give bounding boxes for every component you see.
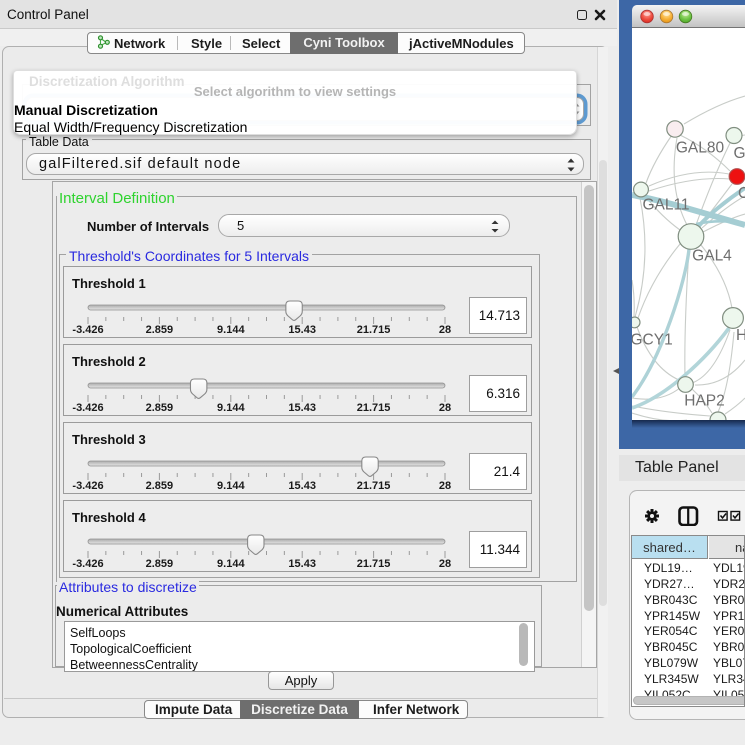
svg-text:28: 28 (439, 324, 451, 336)
svg-text:H: H (736, 327, 745, 344)
svg-text:GA: GA (734, 145, 745, 162)
svg-text:GAL80: GAL80 (676, 140, 725, 157)
svg-text:9.144: 9.144 (217, 480, 245, 492)
svg-text:-3.426: -3.426 (72, 324, 103, 336)
svg-text:28: 28 (439, 558, 451, 570)
svg-text:-3.426: -3.426 (72, 558, 103, 570)
svg-text:9.144: 9.144 (217, 558, 245, 570)
svg-text:C: C (738, 185, 745, 202)
svg-text:HAP2: HAP2 (684, 393, 725, 410)
svg-text:GAL11: GAL11 (642, 197, 689, 214)
svg-text:2.859: 2.859 (146, 558, 174, 570)
svg-text:15.43: 15.43 (288, 402, 316, 414)
svg-text:GCY1: GCY1 (632, 332, 673, 349)
svg-text:28: 28 (439, 402, 451, 414)
svg-text:-3.426: -3.426 (72, 402, 103, 414)
svg-text:-3.426: -3.426 (72, 480, 103, 492)
svg-text:15.43: 15.43 (288, 324, 316, 336)
svg-text:21.715: 21.715 (357, 324, 391, 336)
svg-text:21.715: 21.715 (357, 558, 391, 570)
svg-text:9.144: 9.144 (217, 324, 245, 336)
svg-text:2.859: 2.859 (146, 402, 174, 414)
svg-text:2.859: 2.859 (146, 324, 174, 336)
svg-text:GAL4: GAL4 (692, 248, 732, 265)
svg-text:21.715: 21.715 (357, 480, 391, 492)
svg-text:2.859: 2.859 (146, 480, 174, 492)
svg-text:9.144: 9.144 (217, 402, 245, 414)
svg-text:15.43: 15.43 (288, 480, 316, 492)
svg-text:28: 28 (439, 480, 451, 492)
svg-text:21.715: 21.715 (357, 402, 391, 414)
svg-text:15.43: 15.43 (288, 558, 316, 570)
